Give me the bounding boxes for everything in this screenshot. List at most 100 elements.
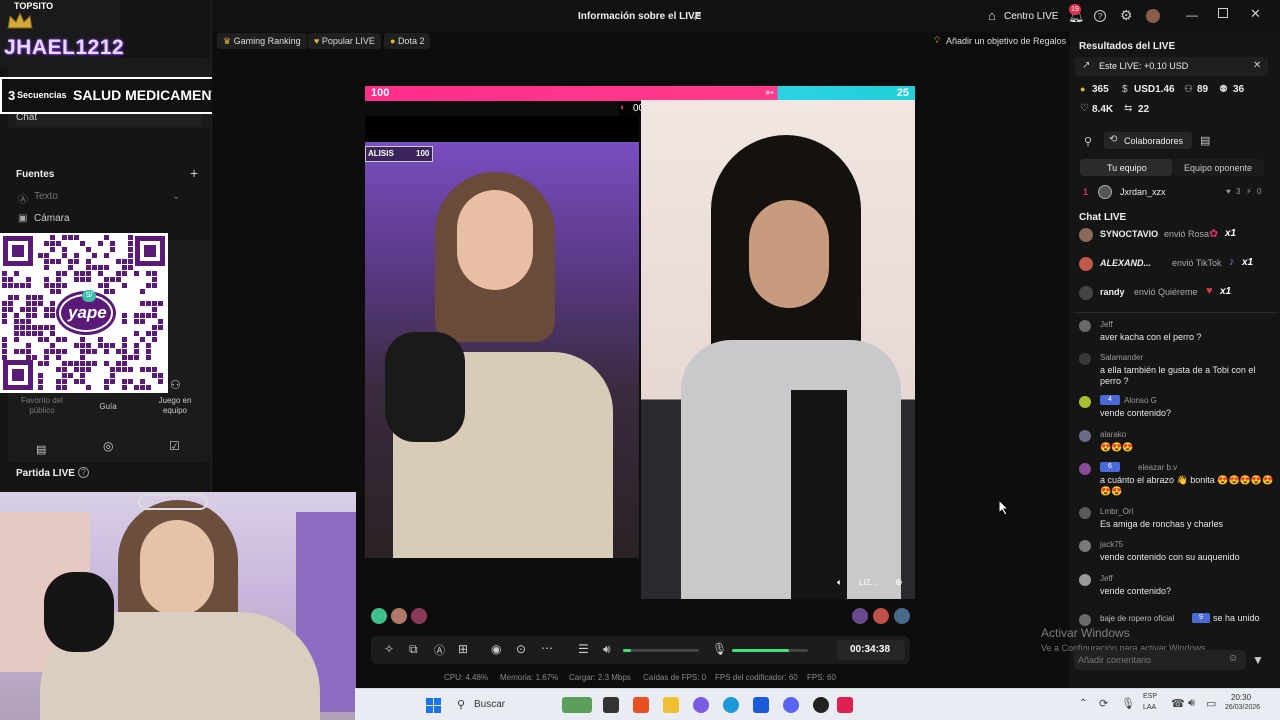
tab-equipo-oponente-label: Equipo oponente [1184,163,1253,173]
chat-message-author[interactable]: alarako [1100,430,1126,439]
right-user-label[interactable]: LIZ... [859,578,877,587]
taskbar-search-label[interactable]: Buscar [474,699,505,710]
sync-icon[interactable]: ⟳ [1099,697,1108,710]
add-circle-icon[interactable]: ⊕ [895,577,903,588]
battery-icon[interactable]: ▭ [1206,697,1216,710]
capture-icon[interactable]: ⊙ [516,642,526,656]
brave-browser-icon[interactable] [633,697,649,713]
chat-message-author[interactable]: Lmbr_Ori [1100,507,1133,516]
gift-sender[interactable]: randy [1100,287,1125,297]
share-icon[interactable]: ⇗ [692,9,702,23]
edge-browser-icon[interactable] [723,697,739,713]
record-icon[interactable]: ◉ [491,642,501,656]
mic-slider[interactable] [732,649,808,652]
copilot-icon[interactable] [693,697,709,713]
add-user-icon[interactable]: ⚲ [1084,135,1092,148]
camara-source-label[interactable]: Cámara [34,213,70,224]
widgets-icon[interactable] [562,697,592,713]
chevron-up-icon[interactable]: ⌃ [1079,698,1087,709]
ai-icon[interactable]: Ⓐ [434,642,445,658]
gift-sender[interactable]: SYNOCTAVIO [1100,229,1158,239]
speaker-icon[interactable]: 🔈︎ [837,577,842,588]
clock-date[interactable]: 26/03/2026 [1225,704,1260,711]
chip-dota2[interactable]: ● Dota 2 [384,33,431,49]
home-icon[interactable]: ⌂ [988,8,996,23]
game-tool-icon[interactable]: ▤ [36,443,46,456]
magic-wand-icon[interactable]: ✧ [384,642,394,656]
language-bottom[interactable]: LAA [1143,704,1156,711]
chat-message-author[interactable]: baje de ropero oficial [1100,614,1174,623]
guia-tool[interactable]: Guía [90,402,126,411]
layout-icon[interactable]: ⧉ [409,642,418,657]
language-top[interactable]: ESP [1143,693,1157,700]
chat-message: Salamander a ella también le gusta de a … [1076,351,1276,389]
emoji-icon[interactable]: ☺ [1228,653,1238,664]
add-source-icon[interactable]: + [190,165,198,181]
search-icon[interactable]: ⚲ [457,698,465,711]
task-view-icon[interactable] [603,697,619,713]
speaker-tray-icon[interactable]: 🔊︎ [1188,697,1195,710]
chat-message-author[interactable]: eleazar b.v [1138,463,1177,472]
supporter-avatar[interactable] [852,608,868,624]
centro-live-link[interactable]: Centro LIVE [1004,11,1058,22]
juego-equipo-tool[interactable]: Juego en equipo [150,396,200,416]
file-explorer-icon[interactable] [663,697,679,713]
volume-slider[interactable] [623,649,699,652]
more-icon[interactable]: ⋯ [541,641,553,655]
list-icon[interactable]: ▤ [1200,134,1210,147]
texto-source-label[interactable]: Texto [34,191,58,202]
chat-message-author[interactable]: Jeff [1100,320,1113,329]
settings-sliders-icon[interactable]: ☰ [578,642,589,656]
tab-colaboradores[interactable]: ⟲ Colaboradores [1104,132,1192,149]
supporter-avatar[interactable] [873,608,889,624]
volume-icon[interactable]: 🔊︎ [603,642,611,657]
close-icon[interactable]: ✕ [1250,6,1261,22]
check-tool-icon[interactable]: ☑ [169,439,180,453]
mic-tray-icon[interactable]: 🎙︎ [1121,697,1135,710]
maximize-icon[interactable] [1218,8,1228,18]
close-results-icon[interactable]: ✕ [1253,60,1261,71]
network-icon[interactable]: ☎︎ [1171,697,1185,710]
chevron-down-icon[interactable]: ⌄ [172,191,180,202]
chat-message-author[interactable]: Alonso G [1124,396,1157,405]
help-icon[interactable]: ? [78,467,89,478]
tiktok-live-studio-icon[interactable] [837,697,853,713]
chip-gaming-ranking[interactable]: ♛ Gaming Ranking [217,33,307,49]
gear-icon[interactable]: ⚙ [1120,7,1133,24]
elapsed-box: 00:34:38 [837,640,905,660]
add-screen-icon[interactable]: ⊞ [458,642,468,656]
store-icon[interactable] [753,697,769,713]
avatar [1079,574,1091,586]
chat-message: alarako 😍😍😍 [1076,428,1276,456]
gift-count: x1 [1225,228,1237,239]
favorito-tool[interactable]: Favorito del público [14,396,70,416]
minimize-icon[interactable]: — [1186,8,1198,22]
chat-message-author[interactable]: Salamander [1100,353,1143,362]
live-info-title[interactable]: Información sobre el LIVE [578,11,701,22]
gift-goal-link[interactable]: Añadir un objetivo de Regalos [946,36,1066,46]
gift-sender[interactable]: ALEXAND... [1100,258,1151,268]
users-value: 36 [1233,84,1245,95]
help-circle-icon[interactable]: ? [1094,10,1106,22]
supporter-avatar[interactable] [894,608,910,624]
clock-time[interactable]: 20:30 [1231,693,1251,702]
windows-start-icon[interactable] [426,698,441,713]
microphone-control-icon[interactable]: 🎙︎ [712,642,727,656]
stat-memoria: Memoria: 1.67% [500,673,559,682]
chat-message-author[interactable]: Jeff [1100,574,1113,583]
viewers-icon: ⚇ [1184,84,1193,95]
supporter-avatar[interactable] [371,608,387,624]
tab-tu-equipo[interactable]: Tu equipo [1080,159,1172,176]
filter-icon[interactable]: ▼ [1252,653,1264,667]
obs-icon[interactable] [813,697,829,713]
supporter-avatar[interactable] [391,608,407,624]
chat-message-author[interactable]: jack75 [1100,540,1123,549]
chip-popular-live[interactable]: ♥ Popular LIVE [308,33,381,49]
profile-avatar[interactable] [1146,9,1160,23]
target-tool-icon[interactable]: ◎ [103,439,113,453]
supporter-avatar[interactable] [411,608,427,624]
member-name[interactable]: Jxrdan_xzx [1120,187,1166,197]
discord-icon[interactable] [783,697,799,713]
comment-input[interactable] [1078,652,1226,668]
tab-equipo-oponente[interactable]: Equipo oponente [1172,159,1264,176]
